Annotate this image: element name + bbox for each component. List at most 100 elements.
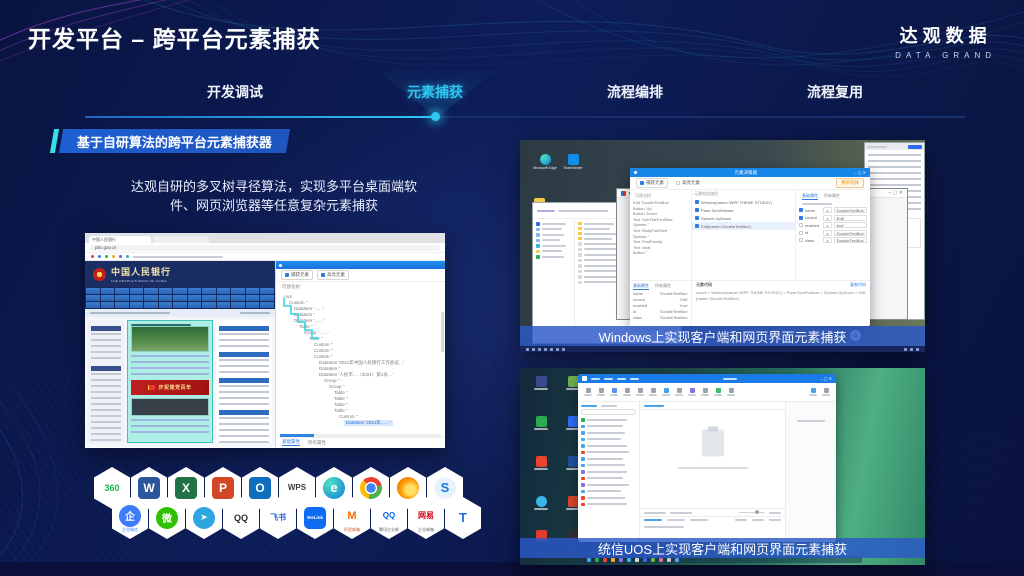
toolbar-button[interactable] [584, 388, 592, 396]
element-path-code: scope > Window(name='WPF THEME STUDIO') … [696, 290, 866, 301]
tree-node[interactable]: DataItem '2021年……' [344, 420, 393, 426]
kv-tab-all[interactable]: 所有属性 [655, 283, 671, 290]
capture-element-button[interactable]: 捕获元素 [281, 270, 313, 280]
checkbox-icon[interactable] [799, 238, 803, 242]
window-controls[interactable]: – ▢ ✕ [820, 377, 832, 381]
dialog-window-controls[interactable]: – ▢ ✕ [854, 171, 866, 175]
toolbar-button[interactable] [610, 388, 618, 396]
operator-select[interactable]: x [823, 237, 832, 243]
toolbar-button[interactable] [714, 388, 722, 396]
dock-icon[interactable] [603, 558, 607, 562]
dock-icon[interactable] [651, 558, 655, 562]
menu-item[interactable] [591, 378, 600, 380]
tool-tab-all-props[interactable]: 所有属性 [308, 440, 326, 446]
menu-item[interactable] [630, 378, 639, 380]
dock-icon[interactable] [611, 558, 615, 562]
prop-row[interactable]: control x 'Edit' [799, 215, 867, 221]
toolbar-button[interactable] [636, 388, 644, 396]
bookmark-icon[interactable] [91, 255, 94, 258]
component-search-input[interactable] [581, 409, 636, 415]
uos-icon-wps-sheet[interactable] [528, 416, 554, 430]
dialog-highlight-toggle[interactable]: 高亮元素 [673, 179, 703, 187]
bookmark-icon[interactable] [105, 255, 108, 258]
path-row[interactable]: Pane.ScrollViewer [692, 206, 795, 214]
bookmark-icon[interactable] [126, 255, 129, 258]
step-tab[interactable]: 开发调试 [135, 82, 335, 102]
dock-icon[interactable] [627, 558, 631, 562]
tree-hscrollbar[interactable] [280, 434, 441, 437]
kv-tab-basic[interactable]: 基础属性 [633, 283, 649, 290]
props-tab-basic[interactable]: 基础属性 [802, 193, 818, 200]
prop-row[interactable]: class x 'DoubleTextBox' [799, 237, 867, 243]
dock-icon[interactable] [619, 558, 623, 562]
checkbox-icon[interactable] [799, 208, 803, 212]
tool-tab-basic-props[interactable]: 基础属性 [282, 439, 300, 446]
dock-icon[interactable] [659, 558, 663, 562]
menu-item[interactable] [617, 378, 626, 380]
uos-icon-wps-show[interactable] [528, 456, 554, 470]
path-row[interactable]: Edit(name='DoubleTextBox') [692, 222, 795, 230]
url-input[interactable]: pbc.gov.cn [90, 245, 440, 251]
step-tab[interactable]: 流程编排 [535, 82, 735, 102]
bookmark-icon[interactable] [119, 255, 122, 258]
desktop-icon-edge[interactable]: Microsoft Edge [532, 154, 558, 170]
operator-select[interactable]: x [823, 207, 832, 213]
toolbar-button[interactable] [675, 388, 683, 396]
dock-icon[interactable] [667, 558, 671, 562]
prop-row[interactable]: name x 'DoubleTextBox' [799, 207, 867, 213]
uos-designer-window: – ▢ ✕ [578, 374, 836, 542]
dialog-capture-button[interactable]: 捕获元素 [636, 178, 668, 188]
checkbox-icon[interactable] [799, 231, 803, 235]
toolbar-button[interactable] [597, 388, 605, 396]
dock-icon[interactable] [587, 558, 591, 562]
checkbox-icon[interactable] [799, 216, 803, 220]
bookmark-icon[interactable] [98, 255, 101, 258]
toolbar-button[interactable] [701, 388, 709, 396]
bookmark-icon[interactable] [112, 255, 115, 258]
dialog-props-panel: 基础属性 所有属性 name x 'DoubleTextBox' [796, 190, 870, 280]
dock-icon[interactable] [643, 558, 647, 562]
dialog-tree-node[interactable]: Button '' [633, 250, 688, 256]
checkbox-icon[interactable] [799, 223, 803, 227]
toolbar-button[interactable] [809, 388, 817, 396]
path-row[interactable]: Spinner.UpDown [692, 214, 795, 222]
operator-select[interactable]: x [823, 230, 832, 236]
toolbar-button[interactable] [822, 388, 830, 396]
menu-item[interactable] [604, 378, 613, 380]
zoom-slider[interactable] [739, 512, 765, 514]
operator-select[interactable]: x [823, 215, 832, 221]
browser-tab-active[interactable]: 中国人民银行 [89, 236, 151, 243]
desktop-icon-teamviewer[interactable]: TeamViewer [560, 154, 586, 170]
toolbar-button[interactable] [727, 388, 735, 396]
toolbar-button[interactable] [688, 388, 696, 396]
browser-tab-inactive[interactable] [153, 236, 209, 243]
toolbar-button[interactable] [623, 388, 631, 396]
dock-icon[interactable] [635, 558, 639, 562]
highlight-element-button[interactable]: 高亮元素 [317, 270, 349, 280]
uos-icon-wps-cloud[interactable] [528, 496, 554, 510]
operator-select[interactable]: x [823, 222, 832, 228]
reselect-button[interactable]: 重新选择 [836, 178, 864, 188]
app-logo-icon: 网易 [415, 505, 437, 527]
empty-hint-placeholder [678, 467, 748, 469]
toolbar-button[interactable] [662, 388, 670, 396]
window-controls[interactable]: – ▢ ✕ [889, 191, 903, 196]
app-hexagon: T [445, 497, 481, 539]
dock-icon[interactable] [675, 558, 679, 562]
toolbar-button[interactable] [649, 388, 657, 396]
step-tab[interactable]: 元素捕获 [335, 82, 535, 102]
pbc-left-column [88, 320, 124, 443]
copy-code-button[interactable]: 复制代码 [850, 282, 866, 288]
dock-icon[interactable] [595, 558, 599, 562]
empty-canvas[interactable] [640, 410, 785, 508]
step-tab[interactable]: 流程复用 [735, 82, 935, 102]
app-logo-icon: 飞书 [267, 507, 289, 529]
app-logo-icon: T [452, 507, 474, 529]
props-tab-all[interactable]: 所有属性 [824, 193, 840, 200]
path-row[interactable]: Window(name='WPF THEME STUDIO') [692, 198, 795, 206]
tree-scrollbar[interactable] [441, 312, 444, 352]
prop-row[interactable]: id x 'DoubleTextBox' [799, 230, 867, 236]
taskbar-icon[interactable] [526, 348, 529, 351]
uos-icon-computer[interactable] [528, 376, 554, 390]
prop-row[interactable]: enabled x 'true' [799, 222, 867, 228]
